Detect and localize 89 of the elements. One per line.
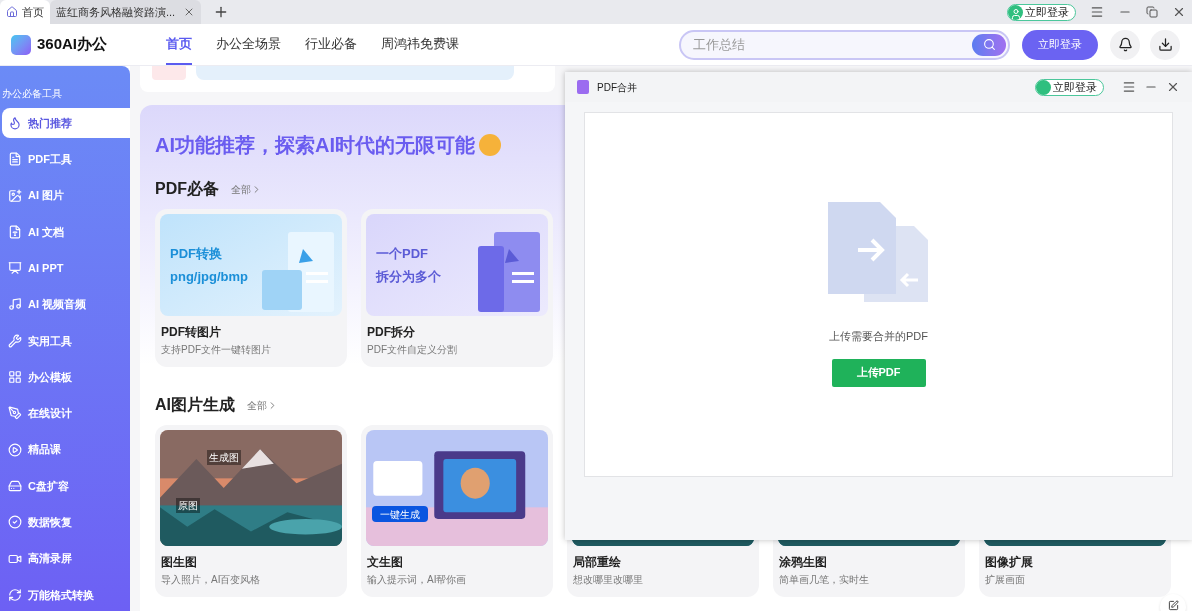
sidebar-item[interactable]: C盘扩容 [2,470,130,501]
grid-icon [8,370,22,385]
photo-label: 原图 [176,498,200,513]
card-description: 导入照片，AI百变风格 [160,573,262,587]
card-description: 想改哪里改哪里 [572,573,644,587]
home-icon [6,6,18,18]
check-circle-icon [8,515,22,530]
sidebar-item[interactable]: 高清录屏 [2,543,130,574]
card-title: 图像扩展 [984,554,1034,571]
card-title: 图生图 [160,554,198,571]
sidebar-item[interactable]: 万能格式转换 [2,579,130,610]
music-icon [8,297,22,312]
search-icon [982,38,996,51]
upload-button[interactable]: 上传PDF [831,358,926,387]
close-icon[interactable] [1172,5,1186,19]
card-title: PDF拆分 [366,324,416,341]
edit-icon [1167,600,1179,611]
card-title: 涂鸦生图 [778,554,828,571]
drive-icon [8,478,22,493]
card-description: PDF文件自定义分割 [366,343,458,357]
sidebar-item[interactable]: 实用工具 [2,325,130,356]
logo-icon [11,34,31,55]
card-description: 简单画几笔，实时生 [778,573,870,587]
banner-text: png/jpg/bmp [170,268,248,286]
restore-icon[interactable] [1146,6,1158,18]
sidebar-item[interactable]: 精品课 [2,434,130,465]
menu-icon[interactable] [1122,80,1136,94]
banner-text: PDF转换 [170,244,223,263]
section-title: PDF必备 [155,179,219,199]
wrench-icon [8,333,22,348]
card-description: 扩展画面 [984,573,1026,587]
browser-tab[interactable]: 首页 [0,0,50,24]
sidebar-item[interactable]: AI 图片 [2,180,130,211]
sidebar-item[interactable]: AI 视频音频 [2,289,130,320]
avatar-icon [1008,4,1023,20]
sidebar-item[interactable]: 数据恢复 [2,507,130,538]
chevron-right-icon [251,183,262,195]
section-title: AI图片生成 [155,395,235,415]
banner-title: AI功能推荐，探索AI时代的无限可能 [155,133,475,158]
browser-tab[interactable]: 蓝红商务风格融资路演... [50,0,202,24]
sidebar-item[interactable]: 在线设计 [2,398,130,429]
banner-text: 拆分为多个 [376,268,441,286]
sidebar-item[interactable]: PDF工具 [2,144,130,175]
tool-card[interactable]: 一键生成 文生图 输入提示词，AI帮你画 [361,425,553,597]
play-icon [8,442,22,457]
card-title: 文生图 [366,554,404,571]
card-title: 局部重绘 [572,554,622,571]
bell-icon[interactable] [1110,29,1140,60]
avatar-icon [1036,79,1051,95]
menu-icon[interactable] [1090,5,1104,19]
generate-button: 一键生成 [372,506,428,522]
search-button[interactable] [972,33,1006,56]
download-icon[interactable] [1150,29,1180,60]
card-description: 输入提示词，AI帮你画 [366,573,468,587]
login-pill[interactable]: 立即登录 [1007,3,1076,21]
tool-card[interactable]: 生成图 原图 图生图 导入照片，AI百变风格 [155,425,347,597]
app-logo[interactable]: 360AI办公 [0,33,166,56]
sidebar-item[interactable]: 办公模板 [2,362,130,393]
view-all-link[interactable]: 全部 [247,397,278,413]
upload-prompt: 上传需要合并的PDF [829,329,928,344]
sidebar-item[interactable]: 热门推荐 [2,108,130,138]
text-file-icon [8,224,22,239]
tool-card[interactable]: 一个PDF 拆分为多个 PDF拆分 PDF文件自定义分割 [361,209,553,367]
sidebar-heading: 办公必备工具 [1,86,63,101]
sidebar-item[interactable]: AI PPT [2,253,130,284]
presentation-icon [8,261,22,276]
document-icon [8,152,22,167]
image-icon [8,188,22,203]
photo-label: 生成图 [207,450,241,465]
nav-tab[interactable]: 行业必备 [305,24,357,65]
card-title: PDF转图片 [160,324,222,341]
close-icon[interactable] [1166,80,1180,94]
emoji-icon [479,134,501,156]
login-pill[interactable]: 立即登录 [1035,78,1104,96]
view-all-link[interactable]: 全部 [231,181,262,197]
sidebar-item[interactable]: AI 文档 [2,216,130,247]
nav-tab[interactable]: 办公全场景 [216,24,281,65]
window-title: PDF合并 [597,80,637,95]
nav-tab[interactable]: 周鸿祎免费课 [381,24,459,65]
banner-text: 一个PDF [376,244,429,263]
pen-icon [8,406,22,421]
login-button[interactable]: 立即登录 [1022,29,1098,60]
card-description: 支持PDF文件一键转图片 [160,343,272,357]
refresh-icon [8,587,22,602]
merge-icon [577,80,589,94]
tool-card[interactable]: PDF转换 png/jpg/bmp PDF转图片 支持PDF文件一键转图片 [155,209,347,367]
search-field[interactable]: 工作总结 [679,29,1010,60]
flame-icon [8,116,22,130]
search-input[interactable]: 工作总结 [693,34,972,55]
